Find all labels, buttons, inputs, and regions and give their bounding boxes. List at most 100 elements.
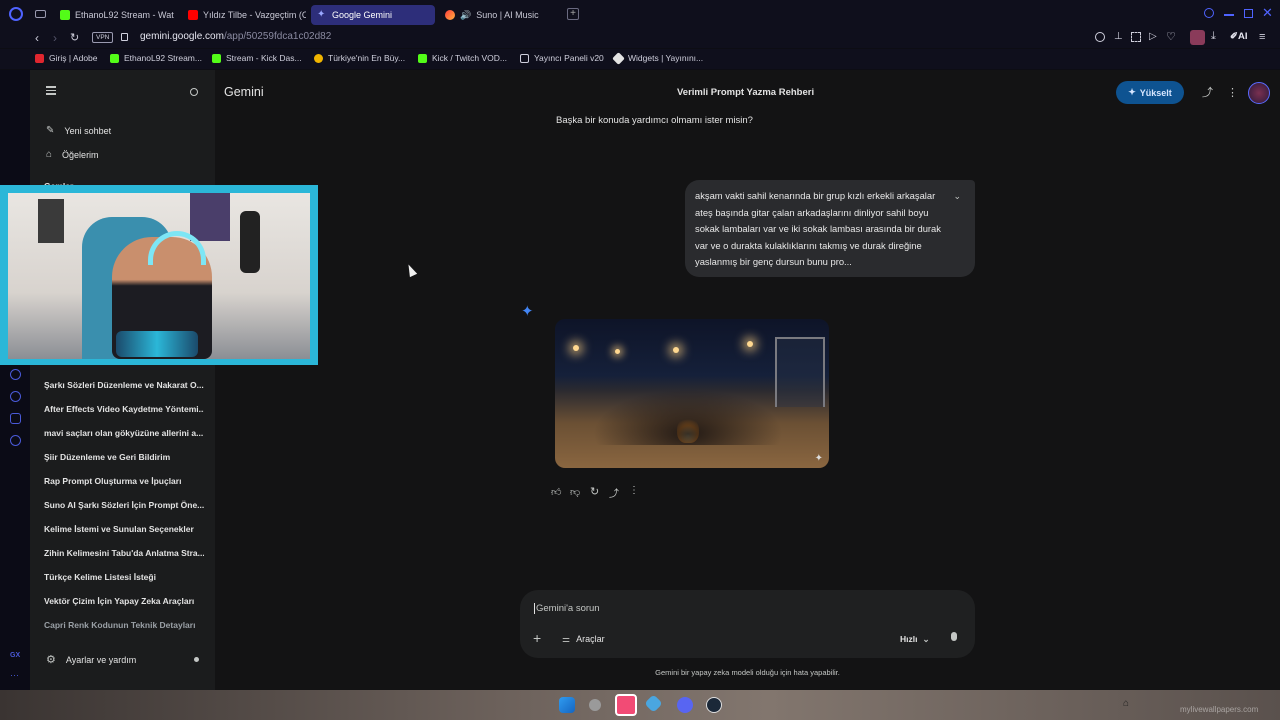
settings-sidebar-icon[interactable] — [10, 435, 21, 446]
bookmark-kick-dashboard[interactable]: Stream - Kick Das... — [212, 53, 302, 63]
pin-icon[interactable]: ⊥ — [1114, 31, 1123, 42]
zoom-icon[interactable] — [1095, 32, 1105, 42]
opera-logo-icon[interactable] — [9, 7, 23, 21]
minimize-button[interactable] — [1224, 14, 1234, 16]
recent-chat-item[interactable]: Vektör Çizim İçin Yapay Zeka Araçları — [44, 596, 204, 606]
profile-avatar[interactable] — [1190, 30, 1205, 45]
prompt-composer: Gemini'a sorun + ⚌ Araçlar Hızlı ⌄ — [520, 590, 975, 658]
search-icon[interactable] — [190, 88, 198, 96]
bookmark-adobe[interactable]: Giriş | Adobe — [35, 53, 98, 63]
street-lamp-glow — [573, 345, 579, 351]
browser-tab-bar: EthanoL92 Stream - Watc Yıldız Tilbe - V… — [0, 0, 1280, 28]
gemini-app-title[interactable]: Gemini — [224, 85, 264, 99]
recent-chat-item[interactable]: Rap Prompt Oluşturma ve İpuçları — [44, 476, 204, 486]
tab-kick-stream[interactable]: EthanoL92 Stream - Watc — [54, 5, 174, 25]
gx-label[interactable]: GX — [10, 652, 20, 659]
bookmark-widgets[interactable]: Widgets | Yayınını... — [612, 51, 704, 65]
app-icon[interactable] — [589, 699, 601, 711]
microphone-icon[interactable] — [951, 632, 957, 641]
lock-icon[interactable] — [121, 33, 128, 41]
recent-chat-item[interactable]: Türkçe Kelime Listesi İsteği — [44, 572, 204, 582]
settings-help-button[interactable]: ⚙ Ayarlar ve yardım — [46, 653, 136, 666]
thumbs-up-icon[interactable]: 👍︎ — [551, 486, 561, 498]
hamburger-menu-icon[interactable] — [46, 86, 56, 95]
close-window-button[interactable]: ✕ — [1262, 5, 1273, 21]
more-options-icon[interactable]: ⋮ — [1227, 86, 1238, 100]
heart-icon[interactable]: ♡ — [1166, 30, 1176, 43]
bookmark-turkiye[interactable]: Türkiye'nin En Büy... — [314, 53, 405, 63]
download-icon — [418, 53, 427, 63]
chat-title[interactable]: Verimli Prompt Yazma Rehberi — [677, 87, 814, 98]
reload-button[interactable]: ↻ — [70, 31, 79, 44]
people-group — [593, 389, 783, 445]
more-response-icon[interactable]: ⋮ — [629, 485, 639, 496]
adobe-icon — [35, 53, 44, 63]
gemini-icon: ✦ — [317, 9, 326, 20]
player-sidebar-icon[interactable] — [10, 369, 21, 380]
more-sidebar-icon[interactable]: ··· — [10, 670, 19, 680]
player-icon[interactable]: ▷ — [1149, 31, 1157, 42]
tab-youtube[interactable]: Yıldız Tilbe - Vazgeçtim (O — [182, 5, 306, 25]
tab-suno[interactable]: 🔊 Suno | AI Music — [439, 5, 559, 25]
recent-chat-item[interactable]: Şarkı Sözleri Düzenleme ve Nakarat O... — [44, 380, 204, 390]
bookmark-vod[interactable]: Kick / Twitch VOD... — [418, 53, 507, 63]
tools-button[interactable]: ⚌ Araçlar — [562, 634, 605, 645]
bookmark-label: Türkiye'nin En Büy... — [328, 53, 406, 63]
bookmark-label: Widgets | Yayınını... — [628, 53, 704, 63]
prompt-input[interactable]: Gemini'a sorun — [534, 603, 954, 614]
street-lamp-glow — [747, 341, 753, 347]
bookmark-label: Yayıncı Paneli v20 — [534, 53, 604, 63]
recent-chat-item[interactable]: Zihin Kelimesini Tabu'da Anlatma Stra... — [44, 548, 204, 558]
tab-google-gemini[interactable]: ✦ Google Gemini — [311, 5, 435, 25]
maximize-button[interactable] — [1244, 9, 1253, 18]
add-attachment-button[interactable]: + — [533, 630, 541, 646]
history-icon[interactable] — [10, 391, 21, 402]
new-tab-button[interactable]: + — [567, 8, 579, 20]
generated-image[interactable]: ✦ — [555, 319, 829, 468]
windows-start-icon[interactable] — [559, 697, 575, 713]
menu-icon[interactable]: ≡ — [1259, 31, 1265, 43]
recent-chat-item[interactable]: Şiir Düzenleme ve Geri Bildirim — [44, 452, 204, 462]
disclaimer-text: Gemini bir yapay zeka modeli olduğu için… — [655, 668, 840, 677]
upgrade-button[interactable]: ✦ Yükselt — [1116, 81, 1184, 104]
recent-chat-item[interactable]: Kelime İstemi ve Sunulan Seçenekler — [44, 524, 204, 534]
kick-icon — [212, 53, 221, 63]
wall-poster — [38, 199, 64, 243]
bookmark-ethanol-stream[interactable]: EthanoL92 Stream... — [110, 53, 202, 63]
discord-sidebar-icon[interactable] — [10, 413, 21, 424]
discord-taskbar-icon[interactable] — [677, 697, 693, 713]
regenerate-icon[interactable]: ↻ — [590, 485, 599, 498]
recent-chat-item[interactable]: After Effects Video Kaydetme Yöntemi... — [44, 404, 204, 414]
thumbs-down-icon[interactable]: 👎︎ — [570, 486, 580, 498]
app-taskbar-icon[interactable] — [644, 694, 663, 713]
url-field[interactable]: gemini.google.com/app/50259fdca1c02d82 — [140, 31, 331, 42]
bookmark-yayinci-paneli[interactable]: Yayıncı Paneli v20 — [520, 53, 604, 63]
my-items-button[interactable]: ⌂ Öğelerim — [46, 149, 99, 160]
vpn-badge[interactable]: VPN — [92, 32, 114, 43]
wall-artwork — [190, 193, 230, 241]
share-response-icon[interactable]: ⤴ — [609, 485, 619, 500]
tray-icon[interactable]: ⌂ — [1123, 698, 1129, 709]
settings-label: Ayarlar ve yardım — [65, 654, 137, 665]
bookmark-label: Kick / Twitch VOD... — [432, 53, 507, 63]
workspaces-icon[interactable] — [35, 10, 46, 18]
back-button[interactable]: ‹ — [35, 31, 39, 45]
recent-chat-item[interactable]: Capri Renk Kodunun Teknik Detayları — [44, 620, 204, 630]
expand-chevron-icon[interactable]: ⌄ — [953, 188, 961, 205]
user-avatar[interactable] — [1248, 82, 1270, 104]
search-tabs-icon[interactable] — [1204, 8, 1214, 18]
webcam-feed — [8, 193, 310, 359]
opera-gx-taskbar-icon[interactable] — [615, 694, 637, 716]
mode-selector[interactable]: Hızlı ⌄ — [900, 634, 930, 645]
new-chat-button[interactable]: ✎ Yeni sohbet — [46, 125, 111, 136]
ai-button[interactable]: ✐AI — [1230, 31, 1247, 42]
forward-button[interactable]: › — [53, 31, 57, 45]
recent-chat-item[interactable]: mavi saçları olan gökyüzüne allerini a..… — [44, 428, 204, 438]
windows-taskbar: ⌂ mylivewallpapers.com — [0, 690, 1280, 720]
street-lamp-glow — [673, 347, 679, 353]
steam-taskbar-icon[interactable] — [706, 697, 722, 713]
downloads-icon[interactable]: ⤓ — [1211, 30, 1216, 43]
recent-chat-item[interactable]: Suno AI Şarkı Sözleri İçin Prompt Öne... — [44, 500, 204, 510]
snapshot-icon[interactable] — [1131, 32, 1141, 42]
share-icon[interactable]: ⤴ — [1202, 86, 1213, 100]
